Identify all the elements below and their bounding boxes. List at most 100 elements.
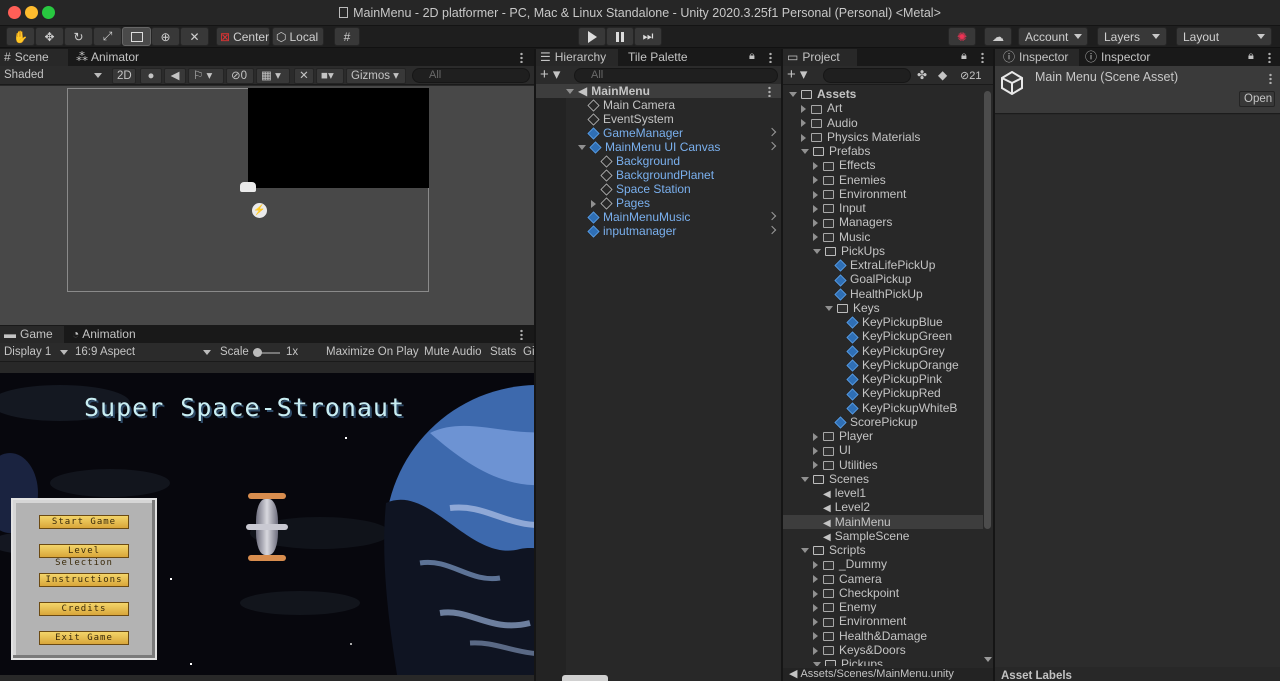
- scene-search-input[interactable]: All: [412, 68, 530, 83]
- project-folder[interactable]: _Dummy: [783, 557, 983, 571]
- expand-arrow-icon[interactable]: [825, 306, 833, 312]
- search-by-label-icon[interactable]: ◆: [938, 68, 947, 82]
- search-by-type-icon[interactable]: ✤: [917, 68, 927, 82]
- game-panel-menu-icon[interactable]: [520, 329, 523, 340]
- lighting-toggle[interactable]: ●: [140, 68, 162, 84]
- project-scene-asset[interactable]: ◀︎ MainMenu: [783, 514, 983, 529]
- hierarchy-item[interactable]: Pages: [536, 196, 781, 210]
- tab-animation[interactable]: ◔ Animation: [68, 326, 148, 343]
- grid-snap-button[interactable]: #: [334, 27, 360, 46]
- project-folder[interactable]: Physics Materials: [783, 130, 983, 144]
- game-view[interactable]: Super Space-Stronaut Start Game Level Se…: [0, 373, 534, 675]
- project-scrollbar[interactable]: [984, 91, 991, 529]
- project-prefab-asset[interactable]: KeyPickupPink: [783, 372, 983, 386]
- project-folder[interactable]: Assets: [783, 87, 983, 101]
- project-folder[interactable]: Input: [783, 201, 983, 215]
- project-scene-asset[interactable]: ◀︎ Level2: [783, 500, 983, 514]
- project-scroll-down-arrow[interactable]: [984, 657, 992, 662]
- hidden-packages-icon[interactable]: ⊘21: [960, 69, 981, 82]
- project-folder[interactable]: Scenes: [783, 472, 983, 486]
- scene-viewport[interactable]: ⚡: [0, 86, 534, 325]
- shading-mode-dropdown[interactable]: Shaded: [4, 68, 104, 83]
- collapse-arrow-icon[interactable]: [813, 461, 818, 470]
- hierarchy-item[interactable]: MainMenu UI Canvas: [536, 140, 781, 154]
- effects-toggle[interactable]: ⚐ ▾: [188, 68, 224, 84]
- scale-tool-button[interactable]: ⤢: [93, 27, 122, 46]
- start-game-button[interactable]: Start Game: [39, 515, 129, 529]
- pivot-mode-button[interactable]: ⊠ Center: [216, 27, 270, 46]
- project-folder[interactable]: PickUps: [783, 244, 983, 258]
- chevron-right-icon[interactable]: [767, 127, 777, 137]
- expand-arrow-icon[interactable]: [801, 548, 809, 554]
- project-folder[interactable]: Environment: [783, 614, 983, 628]
- tab-hierarchy[interactable]: ☰ Hierarchy: [536, 49, 618, 66]
- aspect-dropdown[interactable]: 16:9 Aspect: [75, 343, 213, 362]
- tab-scene[interactable]: # Scene: [0, 49, 68, 66]
- chevron-right-icon[interactable]: [767, 211, 777, 221]
- project-scene-asset[interactable]: ◀︎ level1: [783, 486, 983, 500]
- expand-arrow-icon[interactable]: [566, 89, 574, 95]
- hierarchy-item[interactable]: MainMenuMusic: [536, 210, 781, 224]
- expand-arrow-icon[interactable]: [801, 477, 809, 483]
- rect-tool-button[interactable]: [122, 27, 151, 46]
- project-folder[interactable]: Environment: [783, 187, 983, 201]
- collapse-arrow-icon[interactable]: [813, 618, 818, 627]
- scale-slider-thumb[interactable]: [253, 348, 262, 357]
- collapse-arrow-icon[interactable]: [813, 632, 818, 641]
- project-folder[interactable]: Utilities: [783, 458, 983, 472]
- project-folder[interactable]: Health&Damage: [783, 629, 983, 643]
- hierarchy-item[interactable]: EventSystem: [536, 112, 781, 126]
- inspector-menu-icon[interactable]: [1268, 52, 1271, 63]
- stats-toggle[interactable]: Stats: [490, 343, 516, 362]
- project-folder[interactable]: Prefabs: [783, 144, 983, 158]
- create-asset-dropdown[interactable]: + ▾: [787, 67, 807, 83]
- project-folder[interactable]: Enemy: [783, 600, 983, 614]
- maximize-on-play-toggle[interactable]: Maximize On Play: [326, 343, 419, 362]
- transform-tool-button[interactable]: ⊕: [151, 27, 180, 46]
- collapse-arrow-icon[interactable]: [801, 133, 806, 142]
- project-prefab-asset[interactable]: KeyPickupOrange: [783, 358, 983, 372]
- tab-inspector-2[interactable]: ⓘ Inspector: [1081, 49, 1165, 66]
- scene-panel-menu-icon[interactable]: [520, 52, 523, 63]
- tab-game[interactable]: ▬ Game: [0, 326, 64, 343]
- collapse-arrow-icon[interactable]: [813, 219, 818, 228]
- project-folder[interactable]: Enemies: [783, 173, 983, 187]
- project-prefab-asset[interactable]: GoalPickup: [783, 272, 983, 286]
- hierarchy-item[interactable]: GameManager: [536, 126, 781, 140]
- lock-icon[interactable]: 🔒︎: [749, 50, 755, 63]
- project-prefab-asset[interactable]: KeyPickupWhiteB: [783, 401, 983, 415]
- hierarchy-item[interactable]: inputmanager: [536, 224, 781, 238]
- collapse-arrow-icon[interactable]: [813, 603, 818, 612]
- hidden-objects-toggle[interactable]: ⊘0: [226, 68, 254, 84]
- expand-arrow-icon[interactable]: [813, 662, 821, 666]
- custom-tool-button[interactable]: ✕: [180, 27, 209, 46]
- collapse-arrow-icon[interactable]: [813, 432, 818, 441]
- grid-toggle[interactable]: ▦ ▾: [256, 68, 290, 84]
- display-dropdown[interactable]: Display 1: [4, 343, 70, 362]
- project-folder[interactable]: Scripts: [783, 543, 983, 557]
- asset-labels-section[interactable]: Asset Labels: [995, 668, 1280, 681]
- expand-arrow-icon[interactable]: [789, 92, 797, 98]
- open-asset-button[interactable]: Open: [1239, 91, 1275, 107]
- layers-dropdown[interactable]: Layers: [1097, 27, 1167, 46]
- expand-arrow-icon[interactable]: [801, 149, 809, 155]
- hierarchy-item[interactable]: Space Station: [536, 182, 781, 196]
- step-button[interactable]: ⏭: [634, 27, 662, 46]
- project-folder[interactable]: Effects: [783, 158, 983, 172]
- expand-arrow-icon[interactable]: [813, 249, 821, 255]
- rotate-tool-button[interactable]: ↻: [64, 27, 93, 46]
- project-folder[interactable]: Pickups: [783, 657, 983, 666]
- project-folder[interactable]: Managers: [783, 215, 983, 229]
- cloud-button[interactable]: ☁: [984, 27, 1012, 46]
- project-scene-asset[interactable]: ◀︎ SampleScene: [783, 529, 983, 543]
- collapse-arrow-icon[interactable]: [813, 646, 818, 655]
- expand-arrow-icon[interactable]: [578, 145, 586, 151]
- camera-dropdown[interactable]: ■▾: [316, 68, 344, 84]
- collapse-arrow-icon[interactable]: [801, 119, 806, 128]
- project-folder[interactable]: Player: [783, 429, 983, 443]
- project-folder[interactable]: Music: [783, 230, 983, 244]
- project-search-input[interactable]: [823, 68, 911, 83]
- collapse-arrow-icon[interactable]: [813, 575, 818, 584]
- collapse-arrow-icon[interactable]: [813, 233, 818, 242]
- play-button[interactable]: [578, 27, 606, 46]
